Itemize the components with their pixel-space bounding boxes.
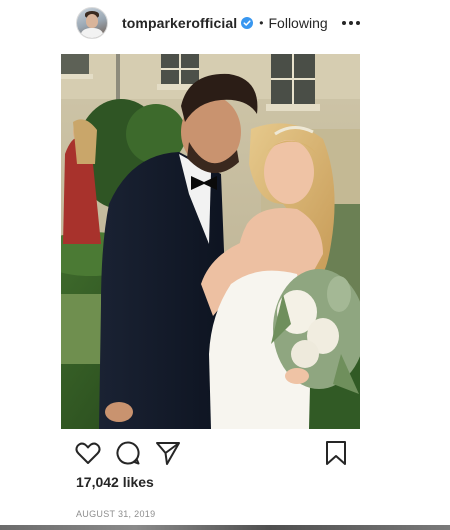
comment-icon[interactable] (114, 439, 142, 467)
verified-badge-icon (241, 17, 254, 29)
bookmark-icon[interactable] (322, 439, 350, 467)
post-header: tomparkerofficial • Following (76, 7, 360, 39)
username-link[interactable]: tomparkerofficial (122, 15, 237, 31)
likes-count[interactable]: 17,042 likes (76, 474, 154, 490)
share-icon[interactable] (154, 439, 182, 467)
separator-dot: • (259, 16, 264, 30)
wedding-photo (61, 54, 360, 429)
post-actions (74, 439, 354, 467)
post-photo[interactable] (61, 54, 360, 429)
instagram-post: tomparkerofficial • Following 17,042 lik… (0, 0, 450, 530)
next-post-edge (0, 525, 450, 530)
post-date[interactable]: AUGUST 31, 2019 (76, 509, 155, 519)
avatar[interactable] (76, 7, 108, 39)
following-button[interactable]: Following (269, 15, 328, 31)
heart-icon[interactable] (74, 439, 102, 467)
more-options-icon[interactable] (341, 15, 360, 31)
